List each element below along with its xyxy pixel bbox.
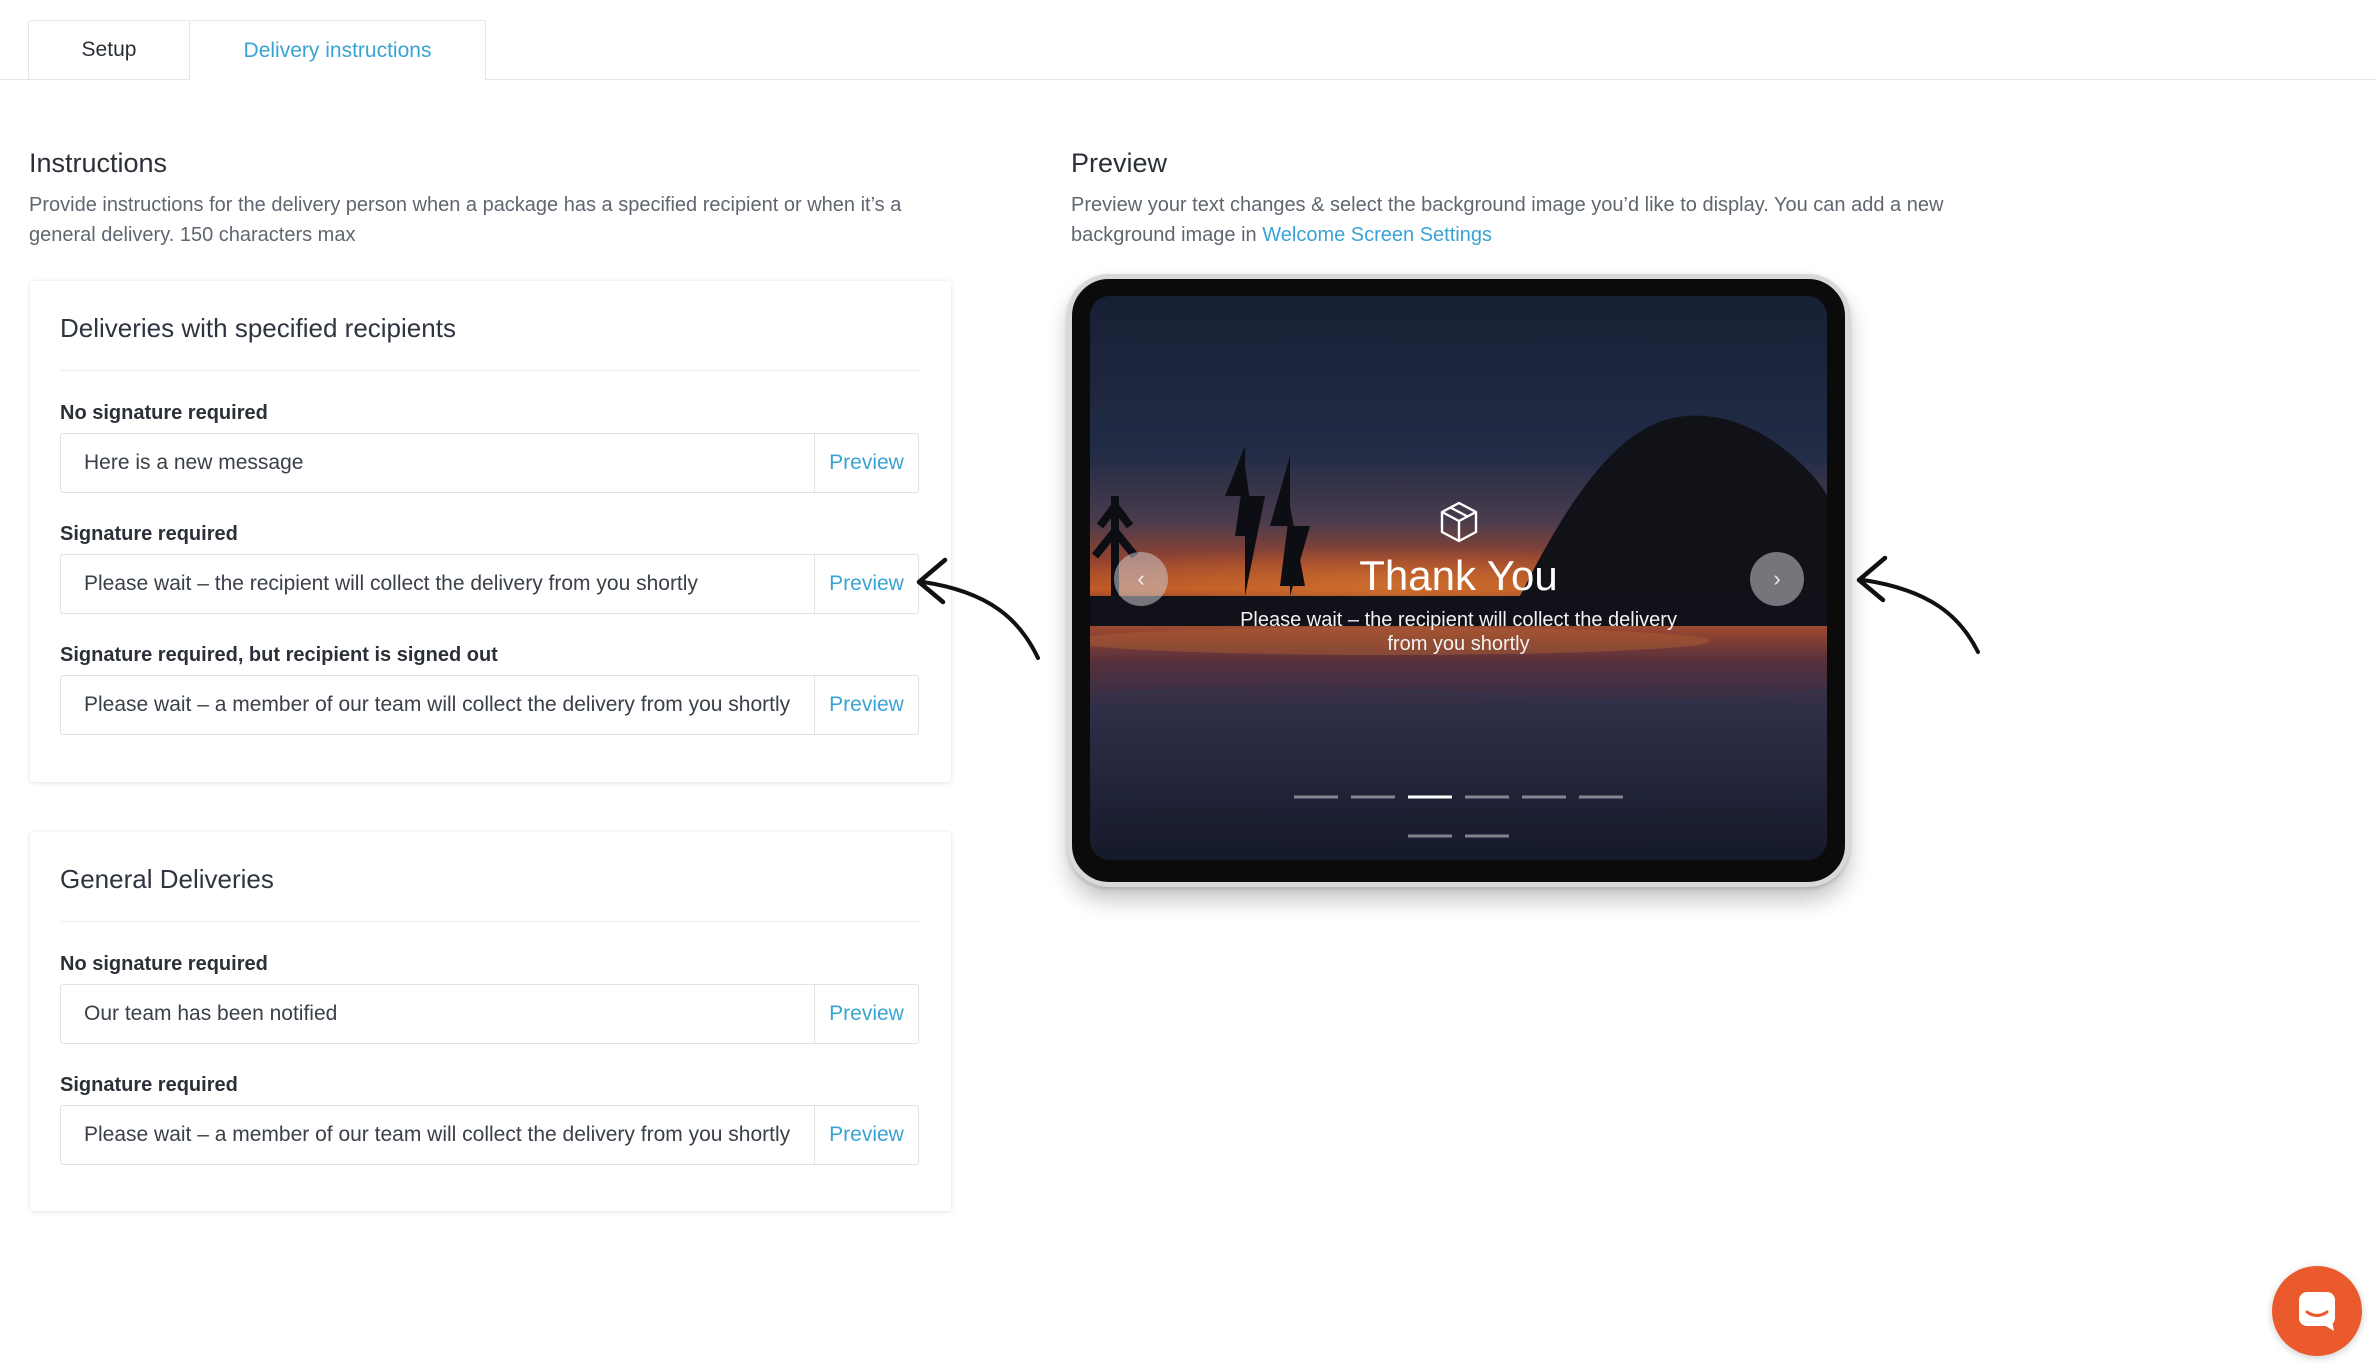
no-signature-input[interactable] [61,434,814,492]
preview-description: Preview your text changes & select the b… [1071,190,2031,250]
card-divider [60,370,921,371]
chat-bubble-icon[interactable] [2272,1266,2362,1356]
signed-out-input[interactable] [61,676,814,734]
field-label: Signature required [60,523,238,545]
tab-delivery-instructions-label: Delivery instructions [243,38,432,62]
preview-button[interactable]: Preview [814,1106,918,1164]
no-signature-field: Preview [60,433,919,493]
specified-recipients-title: Deliveries with specified recipients [60,313,456,343]
tab-bar: Setup Delivery instructions [0,0,2376,81]
field-label: Signature required, but recipient is sig… [60,644,498,666]
general-deliveries-card: General Deliveries No signature required… [30,832,951,1211]
preview-description-line-1: Preview your text changes & select the b… [1071,194,1944,216]
preview-description-line-2: background image in Welcome Screen Setti… [1071,220,2031,250]
instructions-description: Provide instructions for the delivery pe… [29,190,989,250]
card-divider [60,921,921,922]
carousel-indicators [1294,795,1623,838]
signature-required-input[interactable] [61,555,814,613]
general-deliveries-title: General Deliveries [60,864,274,894]
field-label: No signature required [60,953,268,975]
curved-arrow-icon [1856,555,1980,654]
preview-button[interactable]: Preview [814,676,918,734]
general-no-signature-field: Preview [60,984,919,1044]
field-label: Signature required [60,1074,238,1096]
chat-glyph [2299,1292,2335,1331]
field-label: No signature required [60,402,268,424]
welcome-screen-settings-link[interactable]: Welcome Screen Settings [1262,224,1492,246]
general-signature-required-input[interactable] [61,1106,814,1164]
tab-setup-label: Setup [81,38,137,61]
general-no-signature-input[interactable] [61,985,814,1043]
preview-button[interactable]: Preview [814,555,918,613]
preview-title: Preview [1071,148,1168,178]
specified-recipients-card: Deliveries with specified recipients No … [30,281,951,782]
tablet-preview: Thank You Please wait – the recipient wi… [1067,274,1850,887]
instructions-description-line-2: general delivery. 150 characters max [29,224,356,246]
preview-button[interactable]: Preview [814,434,918,492]
preview-description-prefix: background image in [1071,224,1263,246]
instructions-description-line-1: Provide instructions for the delivery pe… [29,194,902,216]
signature-required-field: Preview [60,554,919,614]
tab-setup[interactable]: Setup [28,20,190,80]
instructions-title: Instructions [29,148,168,178]
general-signature-required-field: Preview [60,1105,919,1165]
curved-arrow-icon [916,557,1040,660]
tab-delivery-instructions[interactable]: Delivery instructions [189,20,486,81]
tablet-screen: Thank You Please wait – the recipient wi… [1090,296,1827,860]
signed-out-field: Preview [60,675,919,735]
preview-button[interactable]: Preview [814,985,918,1043]
